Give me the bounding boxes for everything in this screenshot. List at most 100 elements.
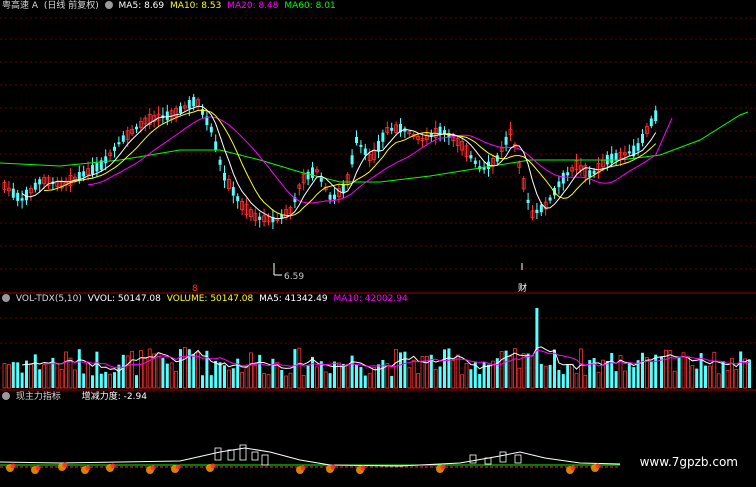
volume-bar	[99, 373, 103, 388]
volume-bar	[403, 351, 407, 388]
candle-body	[350, 155, 354, 165]
volume-bar	[11, 362, 15, 388]
volume-bar	[641, 352, 644, 388]
volume-bar	[280, 369, 284, 388]
volume-bar	[301, 375, 306, 389]
volume-bar	[390, 375, 394, 388]
volume-bar	[367, 373, 372, 389]
volume-bar	[82, 373, 86, 388]
candle-body	[328, 194, 332, 200]
ma20-value: MA20: 8.48	[227, 1, 279, 11]
volume-bar	[108, 373, 112, 389]
flow-marker	[595, 463, 601, 469]
candle-body	[91, 164, 94, 175]
flow-marker	[62, 462, 68, 468]
volume-indicator-name[interactable]: VOL-TDX(5,10)	[16, 294, 82, 304]
volume-bar	[64, 351, 68, 389]
volume-bar	[553, 349, 556, 388]
volume-bar	[284, 375, 289, 389]
flow-bar	[227, 449, 235, 461]
event-marker-finance[interactable]: 财	[518, 282, 527, 294]
volume-bar	[328, 373, 332, 388]
volume-bar	[566, 363, 570, 388]
volume-bar	[253, 364, 258, 389]
flow-indicator-name[interactable]: 现主力指标	[16, 392, 61, 402]
volume-bar	[91, 375, 94, 388]
volume-bar	[605, 360, 609, 388]
flow-bar	[251, 451, 259, 461]
period-label[interactable]: (日线 前复权)	[44, 1, 99, 11]
candle-body	[306, 171, 310, 180]
volume-bar	[704, 365, 707, 388]
volume-bar	[385, 363, 390, 389]
candle-body	[231, 187, 235, 196]
volume-bar	[231, 368, 235, 388]
flow-marker	[210, 463, 216, 469]
volume-bar	[469, 369, 473, 388]
kline-chart[interactable]: 6.59 8 财	[0, 0, 756, 487]
volume-bar	[377, 364, 380, 388]
flow-marker	[85, 465, 91, 471]
volume-bar	[381, 359, 385, 388]
volume-bar	[487, 364, 490, 388]
flow-marker	[150, 465, 156, 471]
volume-bar	[7, 364, 11, 389]
candle-body	[179, 106, 182, 113]
volume-bar	[557, 369, 561, 388]
volume-bar	[244, 366, 249, 389]
flow-bar	[469, 454, 477, 464]
flow-marker	[330, 464, 336, 470]
volume-bar	[451, 359, 456, 389]
volume-bar	[443, 349, 446, 388]
candle-body	[381, 132, 385, 142]
volume-bar	[579, 348, 583, 389]
flow-marker	[360, 465, 366, 471]
volume-bar	[187, 349, 191, 388]
volume-bar	[539, 363, 543, 388]
volume-bar	[28, 363, 33, 389]
candle-body	[561, 172, 565, 184]
volume-bar	[660, 356, 663, 388]
volume-bars[interactable]	[2, 308, 751, 389]
volume-bar	[218, 362, 222, 388]
settings-icon[interactable]	[2, 294, 10, 302]
volume-bar	[311, 356, 314, 388]
volume-bar	[499, 351, 504, 389]
volume-bar	[288, 372, 293, 389]
volume-bar	[596, 371, 601, 389]
candle-body	[654, 110, 658, 122]
volume-ma10-value: MA10: 42002.94	[333, 294, 408, 304]
ma5-value: MA5: 8.69	[118, 1, 165, 11]
volume-bar	[77, 349, 81, 388]
flow-bar	[239, 444, 247, 461]
volume-bar	[248, 352, 253, 389]
volume-bar	[125, 355, 130, 389]
volume-bar	[627, 362, 631, 388]
flow-marker	[110, 463, 116, 469]
flow-bar	[514, 454, 522, 464]
settings-icon[interactable]	[2, 392, 10, 400]
volume-bar	[314, 366, 319, 389]
candle-body	[473, 160, 477, 164]
volume-bar	[464, 363, 469, 389]
volume-bar	[504, 350, 508, 388]
candle-body	[363, 148, 367, 155]
volume-bar	[614, 371, 618, 388]
main-force-indicator-plot	[0, 444, 621, 474]
candle-body	[82, 171, 86, 177]
candle-body	[614, 152, 618, 161]
stock-name[interactable]: 粤高速 A	[2, 1, 38, 11]
volume-bar	[399, 352, 402, 388]
volume-bar	[73, 369, 77, 389]
volume-bar	[161, 357, 165, 388]
volume-bar	[716, 373, 721, 389]
candle-body	[566, 172, 570, 176]
settings-icon[interactable]	[104, 1, 113, 9]
volume-bar	[341, 363, 345, 388]
candle-body	[209, 126, 213, 133]
volume-bar	[33, 354, 37, 388]
candle-body	[636, 143, 640, 151]
volume-bar	[695, 368, 699, 388]
volume-bar	[306, 365, 310, 388]
volume-bar	[258, 354, 262, 388]
